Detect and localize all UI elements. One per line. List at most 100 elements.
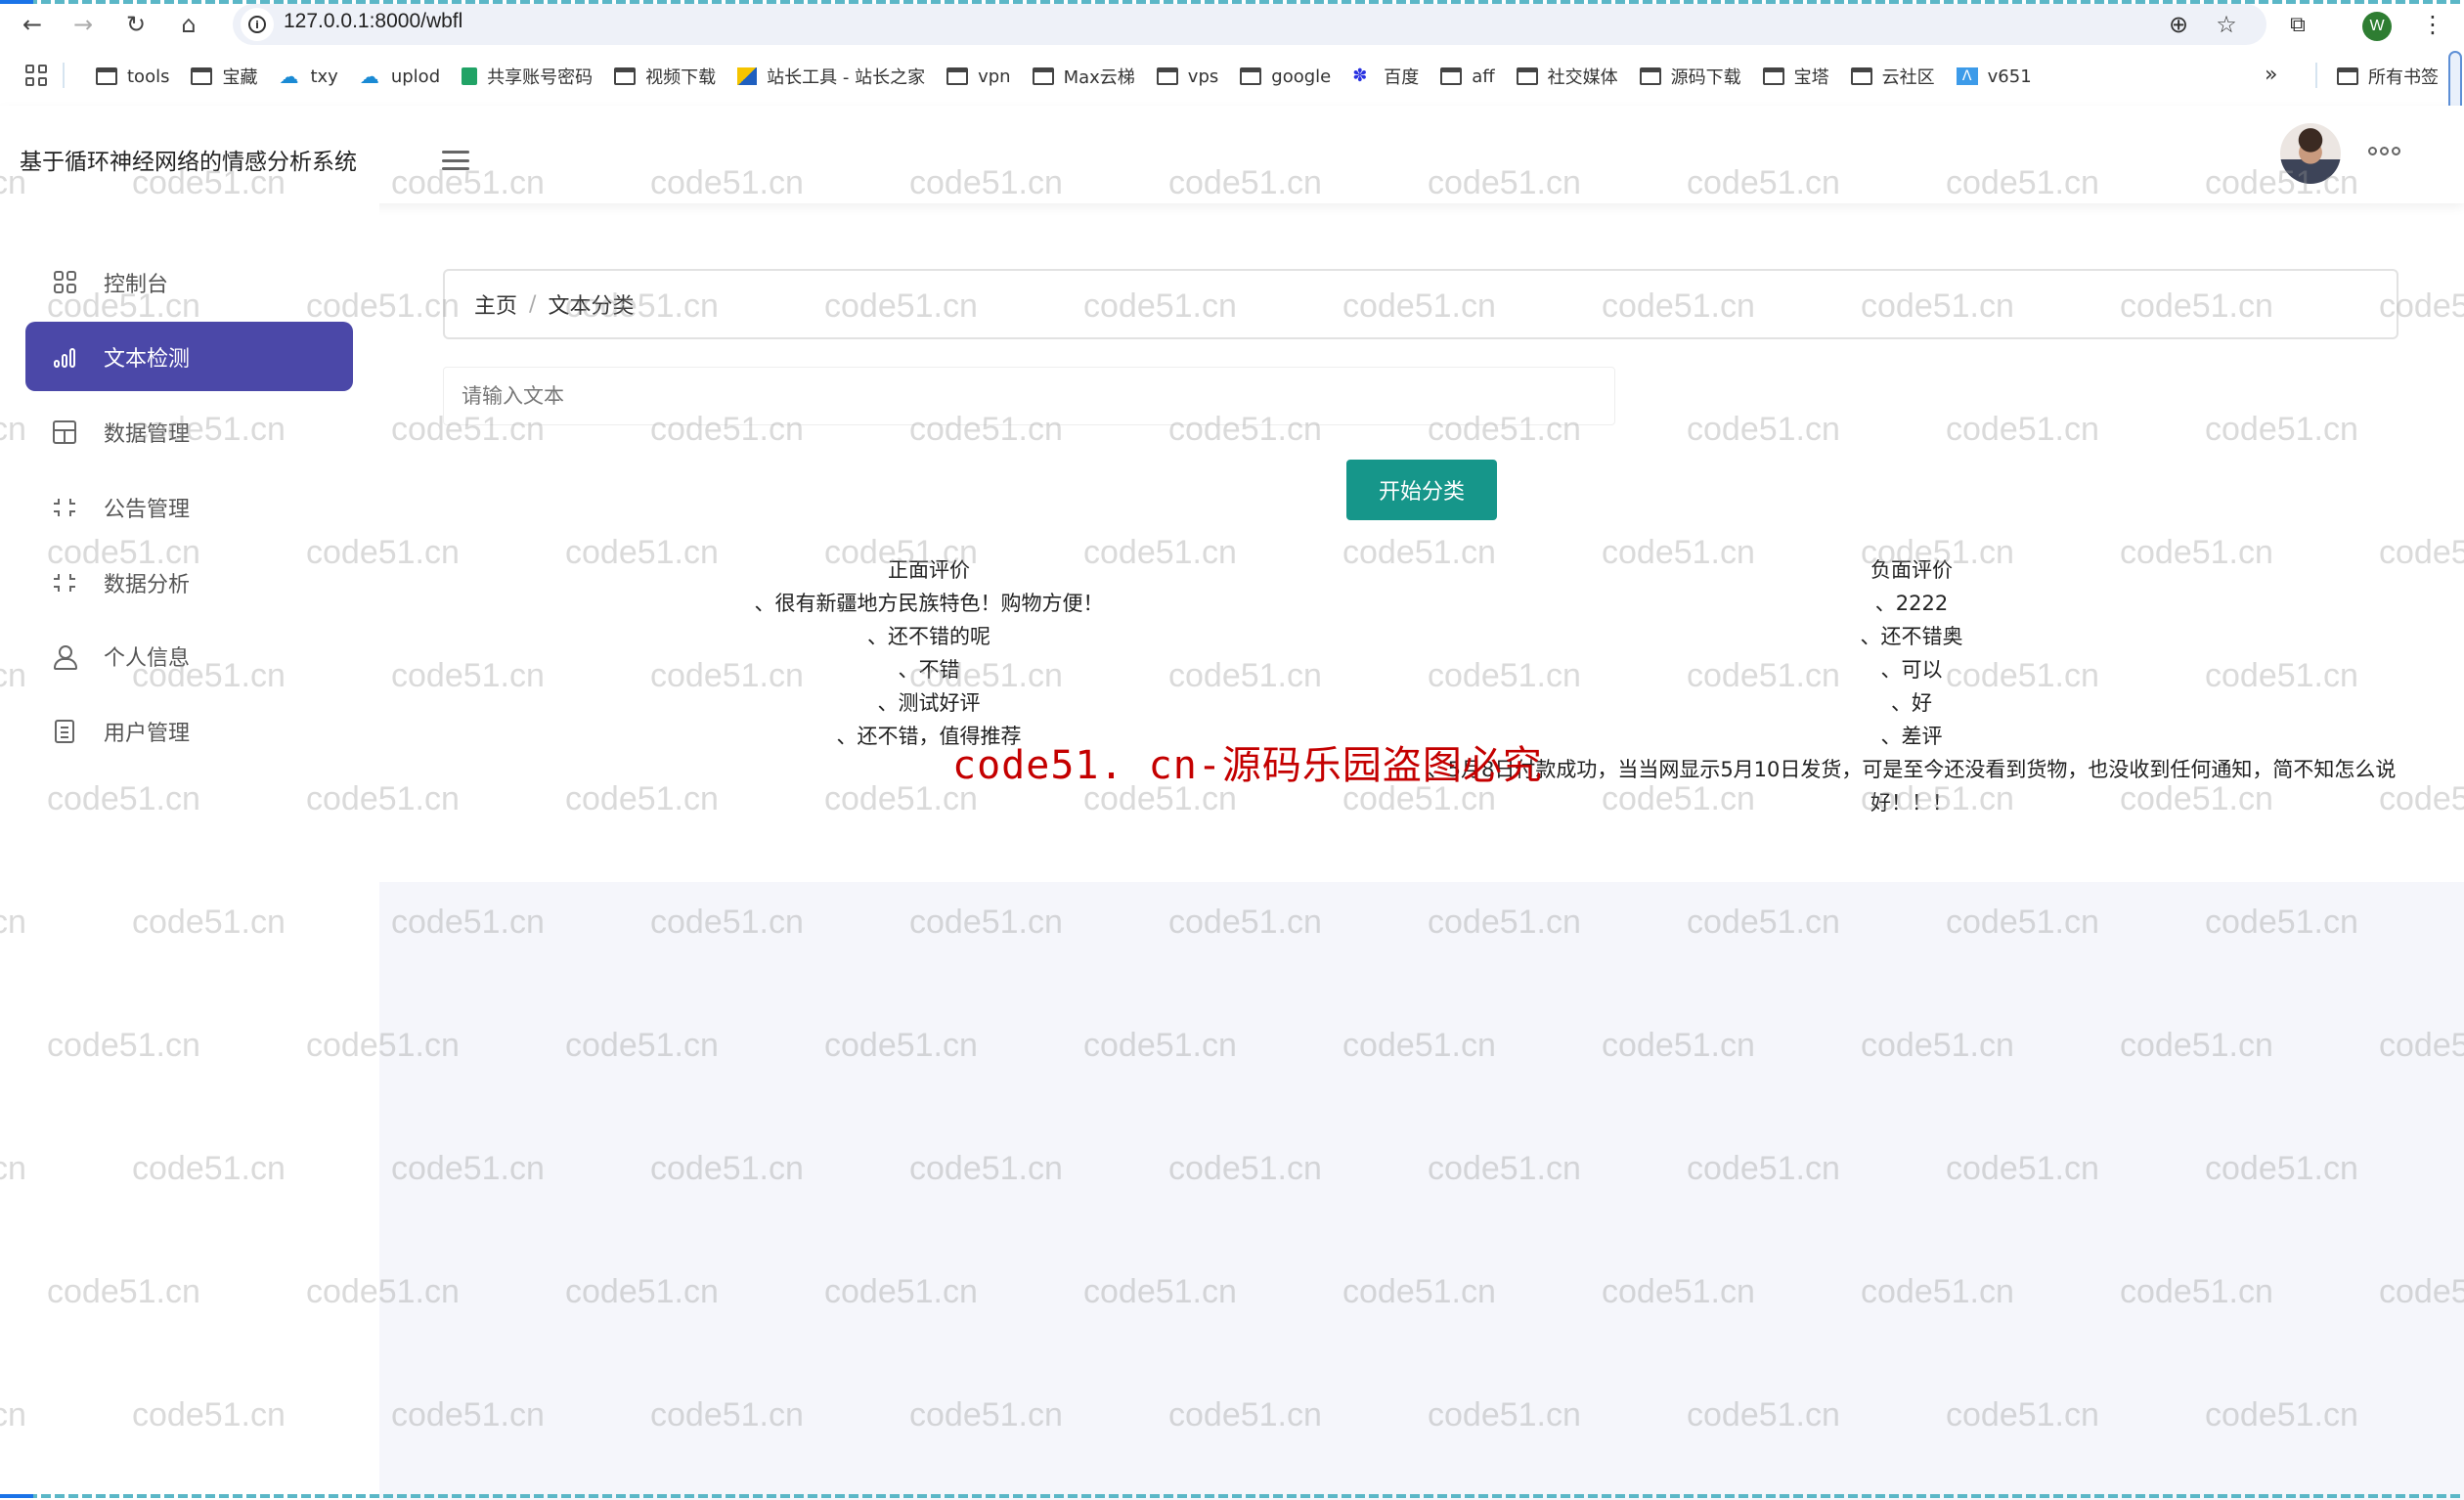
result-entry: 、很有新疆地方民族特色！购物方便！ xyxy=(754,592,1104,615)
folder-icon xyxy=(96,67,117,85)
bookmark-item[interactable]: Λv651 xyxy=(1956,66,2032,87)
bookmark-label: 源码下载 xyxy=(1670,67,1741,88)
result-entry: 、5月8日付款成功，当当网显示5月10日发货，可是至今还没看到货物，也没收到任何… xyxy=(1427,758,2397,815)
content-background xyxy=(379,882,2464,1500)
sidebar-item-label: 控制台 xyxy=(104,272,169,297)
shrink-icon xyxy=(52,495,77,520)
sidebar-item-data-management[interactable]: 数据管理 xyxy=(25,397,353,466)
bookmark-item[interactable]: vpn xyxy=(946,66,1011,87)
address-bar[interactable]: i 127.0.0.1:8000/wbfl ⊕ ☆ xyxy=(233,4,2266,45)
bookmark-item[interactable]: 源码下载 xyxy=(1639,64,1741,89)
bookmarks-bar: tools 宝藏 ☁ txy ☁ uplod 共享账号密码 视频下载 站长工具 - 站长之家 vp… xyxy=(0,57,2464,96)
home-icon[interactable]: ⌂ xyxy=(172,8,205,41)
text-input[interactable] xyxy=(443,367,1615,425)
positive-results: 正面评价 、很有新疆地方民族特色！购物方便！ 、还不错的呢 、不错 、测试好评 、还不错… xyxy=(636,553,1222,753)
browser-toolbar: ← → ↻ ⌂ i 127.0.0.1:8000/wbfl ⊕ ☆ ⧉ W ⋮ xyxy=(0,4,2464,45)
extensions-icon[interactable]: ⧉ xyxy=(2283,10,2312,39)
folder-icon xyxy=(1240,67,1262,85)
breadcrumb: 主页 / 文本分类 xyxy=(443,269,2398,339)
watermark-text: code51.cn xyxy=(1946,411,2099,448)
sidebar-item-announcements[interactable]: 公告管理 xyxy=(25,472,353,542)
cloud-icon: ☁ xyxy=(359,65,379,88)
watermark-text: code51.cn xyxy=(565,780,719,817)
bookmark-label: txy xyxy=(310,66,338,87)
browser-menu-icon[interactable]: ⋮ xyxy=(2421,10,2444,39)
bookmark-item[interactable]: 宝塔 xyxy=(1762,64,1829,89)
bookmark-label: 共享账号密码 xyxy=(487,67,594,88)
bookmark-item[interactable]: Max云梯 xyxy=(1032,64,1135,89)
bookmark-label: aff xyxy=(1472,66,1495,87)
forward-icon[interactable]: → xyxy=(66,8,100,41)
bookmark-item[interactable]: aff xyxy=(1440,66,1495,87)
all-bookmarks-button[interactable]: 所有书签 xyxy=(2337,57,2439,96)
bookmark-item[interactable]: 视频下载 xyxy=(614,64,716,89)
url-text[interactable]: 127.0.0.1:8000/wbfl xyxy=(284,10,462,33)
bookmark-label: 宝塔 xyxy=(1793,67,1829,88)
bookmark-label: 视频下载 xyxy=(645,67,717,88)
back-icon[interactable]: ← xyxy=(16,8,49,41)
folder-icon xyxy=(1850,67,1872,85)
v-icon: Λ xyxy=(1956,67,1978,85)
bookmark-item[interactable]: 云社区 xyxy=(1850,64,1935,89)
negative-results: 负面评价 、2222 、还不错奥 、可以 、好 、差评 、5月8日付款成功，当当网显示5月… xyxy=(1418,553,2405,819)
result-entry: 、2222 xyxy=(1874,592,1949,615)
sidebar-item-user-management[interactable]: 用户管理 xyxy=(25,696,353,766)
shrink-icon xyxy=(52,570,77,596)
all-bookmarks-label: 所有书签 xyxy=(2368,67,2439,88)
bookmark-star-icon[interactable]: ☆ xyxy=(2212,10,2241,39)
sidebar-item-text-detection[interactable]: 文本检测 xyxy=(25,322,353,391)
bookmark-label: 云社区 xyxy=(1881,67,1935,88)
bookmark-item[interactable]: ☁ txy xyxy=(279,66,337,87)
folder-icon xyxy=(1516,67,1538,85)
bookmarks-divider xyxy=(2315,63,2317,88)
bookmark-item[interactable]: vps xyxy=(1156,66,1218,87)
folder-icon xyxy=(2337,67,2358,85)
user-avatar[interactable] xyxy=(2280,123,2341,184)
folder-icon xyxy=(614,67,637,85)
breadcrumb-home[interactable]: 主页 xyxy=(474,288,517,320)
bottom-indicator xyxy=(0,1494,2464,1498)
bookmark-item[interactable]: 共享账号密码 xyxy=(462,64,593,89)
bookmark-item[interactable]: google xyxy=(1240,66,1331,87)
start-classification-button[interactable]: 开始分类 xyxy=(1346,460,1497,520)
bookmark-item[interactable]: 站长工具 - 站长之家 xyxy=(737,64,925,89)
sidebar-item-label: 数据分析 xyxy=(104,572,191,597)
bookmark-label: 宝藏 xyxy=(222,67,258,88)
bookmark-item[interactable]: ✽ 百度 xyxy=(1352,64,1419,89)
zoom-icon[interactable]: ⊕ xyxy=(2164,10,2193,39)
bookmark-item[interactable]: ☁ uplod xyxy=(360,66,440,87)
negative-results-title: 负面评价 xyxy=(1870,558,1953,582)
bookmark-item[interactable]: 社交媒体 xyxy=(1516,64,1618,89)
sidebar-item-profile[interactable]: 个人信息 xyxy=(25,621,353,690)
bookmark-item[interactable]: 宝藏 xyxy=(191,64,257,89)
bookmark-item[interactable]: tools xyxy=(96,66,169,87)
cloud-icon: ☁ xyxy=(279,65,299,88)
folder-icon xyxy=(1440,67,1463,85)
profile-avatar[interactable]: W xyxy=(2362,12,2392,41)
bookmark-label: google xyxy=(1271,66,1332,87)
site-info-icon[interactable]: i xyxy=(241,8,274,41)
menu-toggle-icon[interactable] xyxy=(442,151,469,170)
more-bookmarks-button[interactable]: » xyxy=(2265,63,2277,87)
folder-icon xyxy=(1156,67,1178,85)
folder-icon xyxy=(1032,67,1054,85)
result-entry: 、可以 xyxy=(1880,658,1943,682)
apps-grid-icon[interactable] xyxy=(25,65,47,86)
user-icon xyxy=(52,643,77,670)
app-header: 基于循环神经网络的情感分析系统 xyxy=(0,106,2464,203)
result-entry: 、测试好评 xyxy=(877,691,981,715)
folder-icon xyxy=(1762,67,1784,85)
bookmark-label: vpn xyxy=(978,66,1011,87)
negative-results-list: 、2222 、还不错奥 、可以 、好 、差评 、5月8日付款成功，当当网显示5月10日发货… xyxy=(1418,587,2405,819)
grid-icon xyxy=(52,270,77,295)
reload-icon[interactable]: ↻ xyxy=(119,8,153,41)
watermark-text: code51.cn xyxy=(1083,780,1237,817)
sidebar-item-dashboard[interactable]: 控制台 xyxy=(25,247,353,317)
sidebar-item-label: 公告管理 xyxy=(104,497,191,522)
sidebar-item-label: 用户管理 xyxy=(104,721,191,746)
more-options-icon[interactable] xyxy=(2368,147,2400,155)
result-entry: 、还不错奥 xyxy=(1860,625,1963,648)
sidebar-item-data-analysis[interactable]: 数据分析 xyxy=(25,548,353,617)
paw-icon: ✽ xyxy=(1352,66,1368,86)
bookmark-label: 社交媒体 xyxy=(1547,67,1618,88)
